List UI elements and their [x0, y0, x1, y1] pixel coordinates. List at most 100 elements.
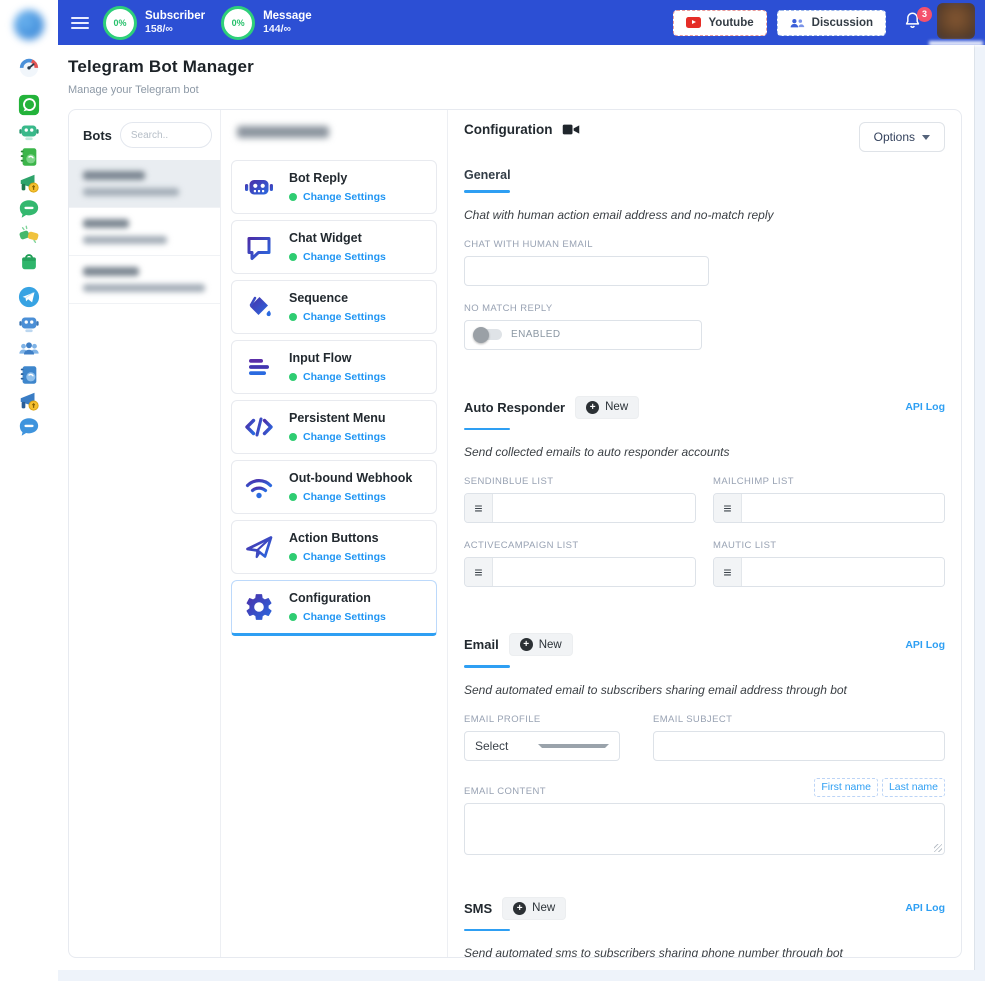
change-settings-link[interactable]: Change Settings: [303, 611, 386, 623]
list-icon: ≡: [465, 558, 493, 586]
chevron-down-icon: [538, 744, 609, 748]
email-profile-select[interactable]: Select: [464, 731, 620, 761]
chat-with-human-email-input[interactable]: [464, 256, 709, 286]
menu-item-label: Chat Widget: [289, 231, 386, 245]
list-icon: ≡: [714, 494, 742, 522]
menu-item-outbound-webhook[interactable]: Out-bound Webhook Change Settings: [231, 460, 437, 514]
persistent-menu-icon: [242, 410, 276, 444]
activecampaign-list-label: ACTIVECAMPAIGN LIST: [464, 540, 696, 551]
bot-list-item[interactable]: [69, 256, 220, 304]
status-dot: [289, 193, 297, 201]
contacts-green-icon[interactable]: [18, 146, 40, 168]
list-icon: ≡: [714, 558, 742, 586]
menu-item-action-buttons[interactable]: Action Buttons Change Settings: [231, 520, 437, 574]
notification-bell-icon[interactable]: 3: [904, 11, 921, 35]
menu-item-input-flow[interactable]: Input Flow Change Settings: [231, 340, 437, 394]
settings-menu: Bot Reply Change Settings Chat Widget Ch…: [221, 110, 448, 957]
email-content-label: EMAIL CONTENT: [464, 786, 546, 797]
dashboard-gauge-icon[interactable]: [18, 56, 40, 78]
plus-icon: +: [513, 902, 526, 915]
bots-search-input[interactable]: [120, 122, 212, 148]
tab-general[interactable]: General: [464, 168, 511, 193]
youtube-icon: [686, 17, 701, 28]
options-button[interactable]: Options: [859, 122, 945, 152]
chat-blue-icon[interactable]: [18, 416, 40, 438]
input-flow-icon: [242, 350, 276, 384]
video-camera-icon: [562, 123, 580, 136]
discussion-button[interactable]: Discussion: [777, 10, 886, 36]
menu-item-chat-widget[interactable]: Chat Widget Change Settings: [231, 220, 437, 274]
mautic-list-input[interactable]: ≡: [713, 557, 945, 587]
page-title: Telegram Bot Manager: [68, 57, 962, 77]
resize-handle[interactable]: [934, 844, 942, 852]
shop-bag-icon[interactable]: [18, 250, 40, 272]
bot-list-item[interactable]: [69, 160, 220, 208]
bot-list-item[interactable]: [69, 208, 220, 256]
change-settings-link[interactable]: Change Settings: [303, 551, 386, 563]
message-stat: 0% Message 144/∞: [221, 6, 312, 40]
hamburger-icon[interactable]: [71, 17, 89, 29]
email-content-textarea[interactable]: [464, 803, 945, 855]
sequence-icon: [242, 290, 276, 324]
change-settings-link[interactable]: Change Settings: [303, 251, 386, 263]
email-new-button[interactable]: + New: [509, 633, 573, 656]
selected-bot-name-blurred: [237, 126, 329, 138]
auto-responder-section: Auto Responder + New API Log Send collec…: [464, 396, 945, 588]
change-settings-link[interactable]: Change Settings: [303, 191, 386, 203]
enabled-toggle-label: ENABLED: [511, 329, 561, 340]
user-avatar[interactable]: [937, 3, 975, 43]
last-name-token-button[interactable]: Last name: [882, 778, 945, 797]
first-name-token-button[interactable]: First name: [814, 778, 878, 797]
auto-responder-title: Auto Responder: [464, 400, 565, 415]
broadcast-blue-icon[interactable]: [18, 390, 40, 412]
subscriber-value: 158/∞: [145, 23, 205, 36]
change-settings-link[interactable]: Change Settings: [303, 431, 386, 443]
youtube-button[interactable]: Youtube: [673, 10, 766, 36]
active-tab-underline: [464, 190, 510, 193]
sms-section: SMS + New API Log Send automated sms to …: [464, 897, 945, 958]
auto-responder-description: Send collected emails to auto responder …: [464, 445, 945, 459]
handshake-icon[interactable]: [18, 224, 40, 246]
change-settings-link[interactable]: Change Settings: [303, 491, 386, 503]
email-subject-input[interactable]: [653, 731, 945, 761]
mailchimp-list-input[interactable]: ≡: [713, 493, 945, 523]
sms-new-button[interactable]: + New: [502, 897, 566, 920]
enabled-toggle[interactable]: [475, 329, 502, 340]
chat-green-icon[interactable]: [18, 198, 40, 220]
whatsapp-icon[interactable]: [18, 94, 40, 116]
contacts-blue-icon[interactable]: [18, 364, 40, 386]
sendinblue-list-input[interactable]: ≡: [464, 493, 696, 523]
general-description: Chat with human action email address and…: [464, 208, 945, 222]
auto-responder-api-log-link[interactable]: API Log: [905, 401, 945, 413]
configuration-icon: [242, 590, 276, 624]
telegram-icon[interactable]: [18, 286, 40, 308]
broadcast-green-icon[interactable]: [18, 172, 40, 194]
status-dot: [289, 433, 297, 441]
bot-subtitle-blurred: [83, 188, 179, 196]
change-settings-link[interactable]: Change Settings: [303, 371, 386, 383]
auto-responder-new-button[interactable]: + New: [575, 396, 639, 419]
plus-icon: +: [520, 638, 533, 651]
app-logo[interactable]: [14, 10, 44, 40]
webhook-icon: [242, 470, 276, 504]
bot-name-blurred: [83, 267, 139, 276]
menu-item-label: Action Buttons: [289, 531, 386, 545]
menu-item-sequence[interactable]: Sequence Change Settings: [231, 280, 437, 334]
section-underline: [464, 428, 510, 431]
menu-item-persistent-menu[interactable]: Persistent Menu Change Settings: [231, 400, 437, 454]
change-settings-link[interactable]: Change Settings: [303, 311, 386, 323]
no-match-reply-box: ENABLED: [464, 320, 702, 350]
menu-item-label: Persistent Menu: [289, 411, 386, 425]
group-blue-icon[interactable]: [18, 338, 40, 360]
email-api-log-link[interactable]: API Log: [905, 639, 945, 651]
menu-item-label: Input Flow: [289, 351, 386, 365]
menu-item-configuration[interactable]: Configuration Change Settings: [231, 580, 437, 636]
email-description: Send automated email to subscribers shar…: [464, 683, 945, 697]
sms-api-log-link[interactable]: API Log: [905, 902, 945, 914]
bot-manager-card: Bots: [68, 109, 962, 958]
robot-green-icon[interactable]: [18, 120, 40, 142]
robot-blue-icon[interactable]: [18, 312, 40, 334]
menu-item-bot-reply[interactable]: Bot Reply Change Settings: [231, 160, 437, 214]
activecampaign-list-input[interactable]: ≡: [464, 557, 696, 587]
bot-subtitle-blurred: [83, 236, 167, 244]
